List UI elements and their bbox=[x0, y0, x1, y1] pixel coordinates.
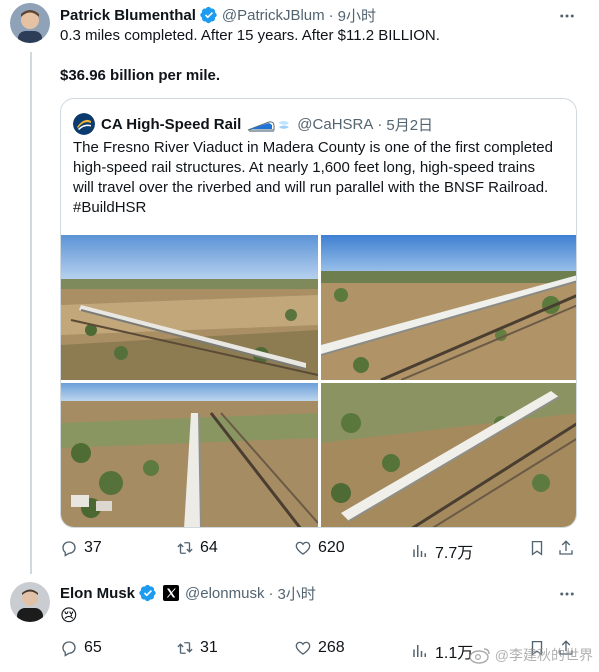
reply-icon bbox=[62, 541, 76, 557]
repost-button[interactable]: 64 bbox=[176, 539, 218, 557]
quote-header: CA High-Speed Rail @CaHSRA · 5月2日 bbox=[101, 114, 433, 135]
bookmark-button[interactable] bbox=[528, 539, 546, 557]
bookmark-icon bbox=[531, 540, 543, 556]
x-logo-icon bbox=[163, 585, 180, 601]
thread-connector-line bbox=[30, 52, 32, 574]
repost-button[interactable]: 31 bbox=[176, 639, 218, 657]
avatar-cahsr[interactable] bbox=[73, 113, 95, 135]
tweet-text-line2: $36.96 billion per mile. bbox=[60, 67, 221, 84]
quote-timestamp[interactable]: 5月2日 bbox=[386, 114, 433, 135]
quote-text: The Fresno River Viaduct in Madera Count… bbox=[73, 138, 569, 218]
watermark-text: @李建秋的世界 bbox=[494, 647, 593, 663]
reply-icon bbox=[62, 641, 76, 657]
weibo-watermark: @李建秋的世界 bbox=[469, 645, 593, 665]
author-name[interactable]: Patrick Blumenthal bbox=[60, 7, 196, 24]
weibo-icon bbox=[469, 648, 490, 664]
quote-author-name[interactable]: CA High-Speed Rail bbox=[101, 116, 241, 133]
author-name[interactable]: Elon Musk bbox=[60, 585, 135, 602]
quote-text-line: high-speed rail structures. At nearly 1,… bbox=[73, 159, 535, 176]
dash-emoji-icon bbox=[278, 120, 290, 129]
repost-count: 64 bbox=[200, 539, 218, 556]
views-icon bbox=[413, 645, 426, 657]
timestamp[interactable]: 9小时 bbox=[338, 5, 376, 26]
photo-viaduct-1[interactable] bbox=[61, 235, 318, 380]
verified-badge-icon bbox=[200, 6, 218, 24]
separator-dot: · bbox=[377, 116, 383, 133]
author-handle[interactable]: @PatrickJBlum bbox=[222, 7, 325, 24]
separator-dot: · bbox=[328, 6, 334, 24]
quote-text-line: will travel over the riverbed and will r… bbox=[73, 179, 549, 196]
views-count: 7.7万 bbox=[435, 545, 474, 562]
photo-grid bbox=[61, 235, 576, 527]
like-button[interactable]: 268 bbox=[294, 639, 345, 657]
tweet-header: Patrick Blumenthal @PatrickJBlum · 9小时 bbox=[60, 5, 376, 25]
reply-count: 65 bbox=[84, 639, 102, 656]
reply-count: 37 bbox=[84, 539, 102, 556]
verified-badge-icon bbox=[139, 584, 157, 602]
more-icon[interactable] bbox=[557, 6, 577, 26]
repost-icon bbox=[177, 642, 193, 654]
separator-dot: · bbox=[268, 584, 274, 602]
photo-viaduct-2[interactable] bbox=[321, 235, 576, 380]
like-icon bbox=[295, 641, 311, 655]
like-count: 268 bbox=[318, 639, 345, 656]
hashtag-link[interactable]: #BuildHSR bbox=[73, 198, 569, 218]
tweet-text-line1: 0.3 miles completed. After 15 years. Aft… bbox=[60, 27, 440, 44]
photo-viaduct-3[interactable] bbox=[61, 383, 318, 527]
share-icon bbox=[559, 540, 573, 555]
quoted-tweet[interactable]: CA High-Speed Rail @CaHSRA · 5月2日 The Fr… bbox=[60, 98, 577, 528]
train-emoji-icon bbox=[247, 117, 291, 133]
reply-button[interactable]: 37 bbox=[60, 539, 102, 557]
photo-viaduct-4[interactable] bbox=[321, 383, 576, 527]
timestamp[interactable]: 3小时 bbox=[277, 583, 315, 604]
tweet-patrick[interactable]: Patrick Blumenthal @PatrickJBlum · 9小时 0… bbox=[0, 0, 599, 574]
more-icon[interactable] bbox=[557, 584, 577, 604]
like-button[interactable]: 620 bbox=[294, 539, 345, 557]
repost-icon bbox=[177, 542, 193, 554]
views-button[interactable]: 7.7万 bbox=[411, 539, 473, 563]
author-handle[interactable]: @elonmusk bbox=[185, 585, 264, 602]
avatar-patrick[interactable] bbox=[10, 3, 50, 43]
like-count: 620 bbox=[318, 539, 345, 556]
views-icon bbox=[413, 545, 426, 557]
like-icon bbox=[295, 541, 311, 555]
views-button[interactable]: 1.1万 bbox=[411, 639, 473, 663]
tweet-header: Elon Musk @elonmusk · 3小时 bbox=[60, 583, 316, 603]
quote-text-line: The Fresno River Viaduct in Madera Count… bbox=[73, 139, 553, 156]
reply-button[interactable]: 65 bbox=[60, 639, 102, 657]
tweet-text-emoji: 😢 bbox=[60, 606, 78, 625]
views-count: 1.1万 bbox=[435, 645, 474, 662]
avatar-elon[interactable] bbox=[10, 582, 50, 622]
share-button[interactable] bbox=[557, 539, 575, 557]
repost-count: 31 bbox=[200, 639, 218, 656]
quote-author-handle[interactable]: @CaHSRA bbox=[297, 116, 373, 133]
